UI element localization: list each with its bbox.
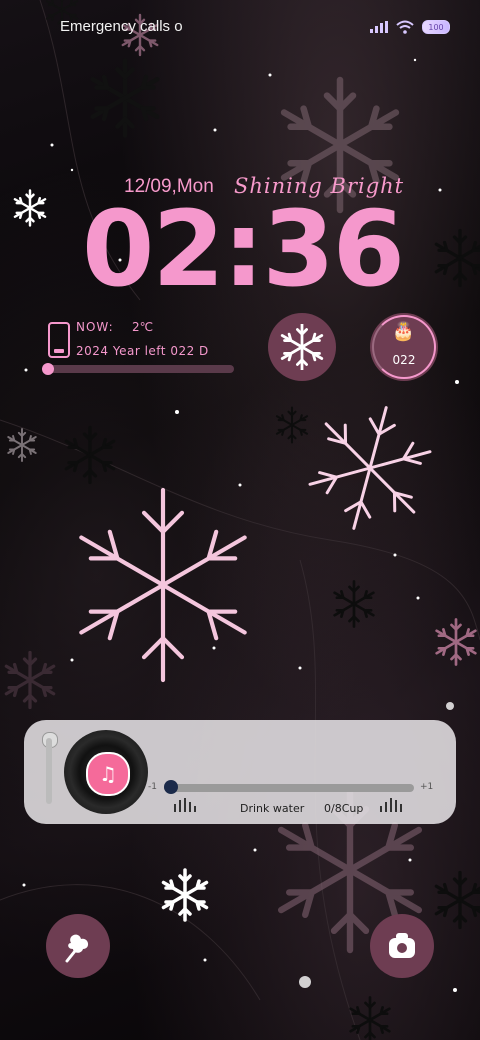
music-widget[interactable]: ♫ -1 +1 Drink water 0/8Cup [24, 720, 456, 824]
battery-level: 100 [428, 22, 444, 32]
carrier-status-text: Emergency calls o [60, 18, 183, 35]
cotton-candy-icon [65, 934, 89, 963]
sound-bars-left-icon [174, 798, 196, 812]
year-progress-bar [42, 363, 234, 375]
slider-thumb[interactable] [164, 780, 178, 794]
clock-time: 02:36 [82, 188, 405, 310]
battery-icon: 100 [422, 20, 450, 34]
signal-icon [370, 21, 388, 33]
countdown-widget[interactable]: 🎂 022 [370, 313, 438, 381]
snowflake-wallpaper [0, 0, 480, 1040]
slider-max-label: +1 [420, 782, 434, 792]
drink-water-label: Drink water [240, 802, 305, 815]
wallpaper [0, 0, 480, 1040]
music-note-icon: ♫ [86, 752, 130, 796]
sound-bars-right-icon [380, 798, 402, 812]
year-left-text: 2024 Year left 022 D [76, 344, 209, 358]
weather-label: NOW: [76, 320, 114, 334]
left-shortcut-button[interactable] [46, 914, 110, 978]
camera-icon [389, 933, 415, 958]
snowflake-icon [280, 324, 324, 370]
drink-water-count: 0/8Cup [324, 802, 364, 815]
wifi-icon [396, 20, 414, 34]
vinyl-record[interactable]: ♫ [64, 730, 148, 814]
info-panel: NOW: 2℃ 2024 Year left 022 D [42, 318, 244, 378]
status-bar: Emergency calls o 100 [0, 0, 480, 56]
countdown-days: 022 [392, 353, 416, 367]
cake-icon: 🎂 [392, 321, 415, 342]
phone-icon [48, 322, 70, 358]
camera-shortcut-button[interactable] [370, 914, 434, 978]
year-progress-knob [42, 363, 54, 375]
snowflake-widget[interactable] [268, 313, 336, 381]
weather-temperature: 2℃ [132, 320, 154, 334]
slider-min-label: -1 [148, 782, 157, 792]
water-slider[interactable] [164, 780, 414, 794]
tonearm [46, 738, 52, 804]
